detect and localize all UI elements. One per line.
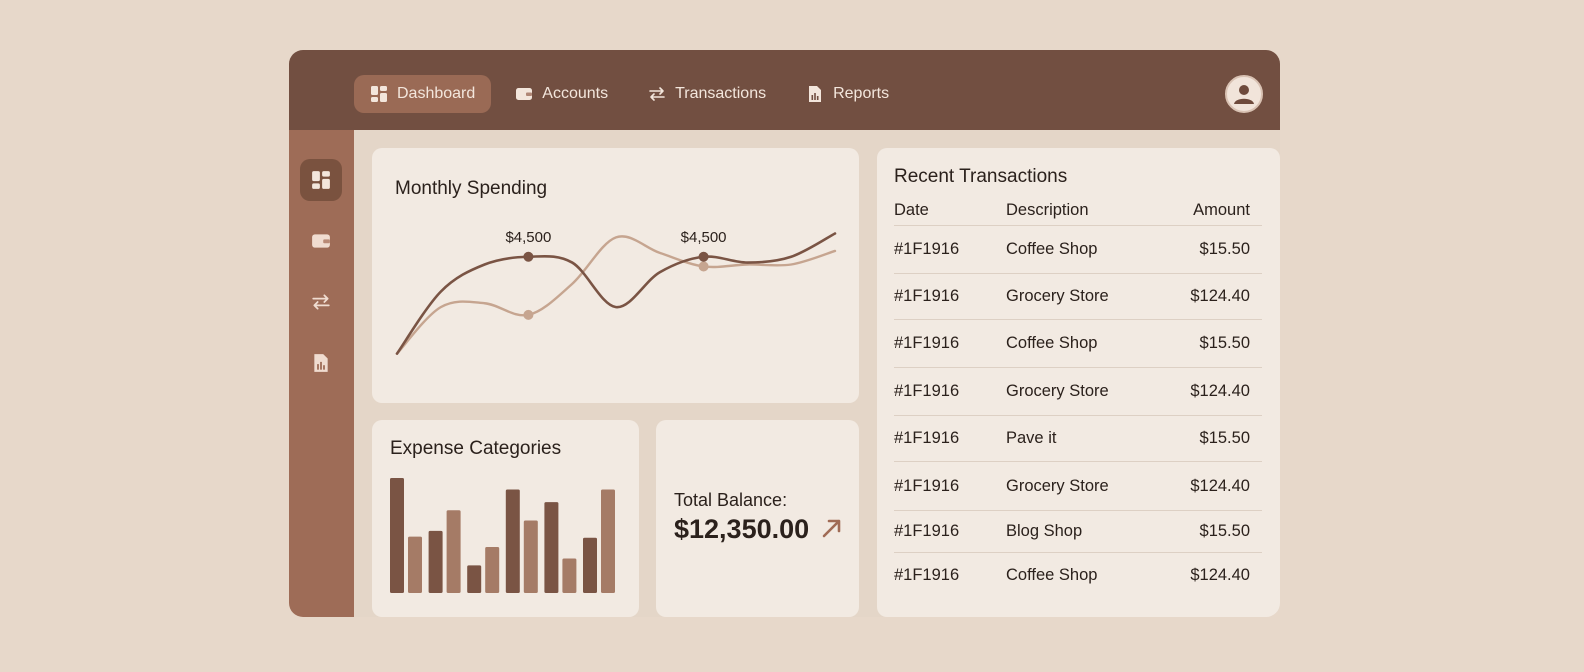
column-header-description: Description bbox=[1006, 201, 1089, 219]
bar-series-1 bbox=[467, 565, 482, 593]
table-row[interactable]: #1F1916 Coffee Shop $15.50 bbox=[894, 320, 1262, 368]
bar-series-1 bbox=[390, 478, 404, 593]
sidebar-item-accounts[interactable] bbox=[300, 220, 342, 262]
report-icon bbox=[809, 86, 822, 102]
cell-date: #1F1916 bbox=[894, 382, 960, 400]
cell-description: Blog Shop bbox=[1006, 522, 1083, 540]
table-row[interactable]: #1F1916 Pave it $15.50 bbox=[894, 416, 1262, 462]
cell-date: #1F1916 bbox=[894, 334, 960, 352]
sidebar bbox=[289, 130, 354, 617]
app-window: Dashboard Accounts Transactions Reports … bbox=[289, 50, 1280, 617]
report-icon bbox=[314, 354, 328, 372]
monthly-spending-chart: $4,500 $4,500 bbox=[395, 229, 837, 355]
table-row[interactable]: #1F1916 Grocery Store $124.40 bbox=[894, 274, 1262, 320]
nav-item-transactions[interactable]: Transactions bbox=[632, 75, 782, 113]
expense-categories-chart bbox=[390, 478, 615, 593]
cell-description: Coffee Shop bbox=[1006, 240, 1098, 258]
transactions-table: Date Description Amount #1F1916 Coffee Sh… bbox=[894, 196, 1262, 598]
table-row[interactable]: #1F1916 Grocery Store $124.40 bbox=[894, 462, 1262, 511]
recent-transactions-card: Recent Transactions Date Description Amo… bbox=[877, 148, 1280, 617]
expense-categories-card: Expense Categories bbox=[372, 420, 639, 617]
cell-date: #1F1916 bbox=[894, 566, 960, 584]
trend-up-arrow-icon bbox=[822, 519, 841, 538]
bar-series-2 bbox=[523, 520, 538, 593]
cell-date: #1F1916 bbox=[894, 522, 960, 540]
table-row[interactable]: #1F1916 Coffee Shop $124.40 bbox=[894, 553, 1262, 598]
line-series-1 bbox=[395, 232, 837, 355]
bar-series-1 bbox=[505, 489, 520, 593]
bar-series-2 bbox=[601, 489, 615, 593]
cell-description: Grocery Store bbox=[1006, 476, 1109, 495]
cell-description: Grocery Store bbox=[1006, 287, 1109, 305]
column-header-date: Date bbox=[894, 201, 929, 219]
bar-series-2 bbox=[485, 547, 500, 593]
cell-description: Coffee Shop bbox=[1006, 334, 1098, 352]
nav-item-label: Transactions bbox=[675, 85, 767, 102]
transfer-icon bbox=[649, 87, 665, 101]
bar-series-1 bbox=[544, 502, 559, 593]
line-point-marker bbox=[698, 261, 709, 272]
bar-series-1 bbox=[583, 537, 597, 593]
bar-series-2 bbox=[562, 558, 577, 593]
column-header-amount: Amount bbox=[1193, 201, 1250, 219]
nav-item-accounts[interactable]: Accounts bbox=[499, 75, 624, 113]
nav-item-label: Dashboard bbox=[397, 85, 476, 102]
table-row[interactable]: #1F1916 Blog Shop $15.50 bbox=[894, 511, 1262, 553]
line-point-marker bbox=[698, 251, 709, 262]
data-label: $4,500 bbox=[505, 229, 551, 246]
table-header-row: Date Description Amount bbox=[894, 196, 1262, 226]
cell-date: #1F1916 bbox=[894, 240, 960, 258]
transfer-icon bbox=[312, 294, 330, 310]
monthly-spending-card: Monthly Spending $4,500 $4,500 bbox=[372, 148, 859, 403]
nav-item-label: Reports bbox=[833, 85, 890, 102]
user-icon bbox=[1234, 85, 1254, 104]
sidebar-item-reports[interactable] bbox=[300, 342, 342, 384]
cell-description: Grocery Store bbox=[1006, 382, 1109, 400]
top-navigation-bar: Dashboard Accounts Transactions Reports bbox=[289, 50, 1280, 130]
cell-amount: $124.40 bbox=[1190, 476, 1250, 495]
cell-amount: $15.50 bbox=[1199, 522, 1250, 540]
bar-series-2 bbox=[408, 536, 422, 593]
data-label: $4,500 bbox=[681, 229, 727, 246]
dashboard-icon bbox=[371, 86, 387, 102]
avatar[interactable] bbox=[1225, 75, 1263, 113]
table-row[interactable]: #1F1916 Coffee Shop $15.50 bbox=[894, 226, 1262, 274]
cell-amount: $124.40 bbox=[1190, 287, 1250, 305]
line-point-marker bbox=[523, 251, 534, 262]
nav-item-label: Accounts bbox=[542, 85, 609, 102]
card-title: Recent Transactions bbox=[894, 166, 1068, 187]
dashboard-icon bbox=[312, 171, 330, 189]
line-series-2 bbox=[395, 235, 837, 355]
table-row[interactable]: #1F1916 Grocery Store $124.40 bbox=[894, 368, 1262, 416]
table-body: #1F1916 Coffee Shop $15.50 #1F1916 Grocery S… bbox=[894, 226, 1262, 598]
line-point-marker bbox=[523, 309, 534, 320]
cell-amount: $15.50 bbox=[1199, 240, 1250, 258]
bar-series-2 bbox=[446, 510, 461, 593]
sidebar-item-transactions[interactable] bbox=[300, 281, 342, 323]
sidebar-item-dashboard[interactable] bbox=[300, 159, 342, 201]
cell-description: Coffee Shop bbox=[1006, 566, 1098, 584]
cell-date: #1F1916 bbox=[894, 429, 960, 447]
cell-amount: $124.40 bbox=[1190, 382, 1250, 400]
cell-amount: $15.50 bbox=[1199, 334, 1250, 352]
bar-series-1 bbox=[428, 530, 443, 593]
cell-description: Pave it bbox=[1006, 429, 1057, 447]
wallet-icon bbox=[516, 88, 533, 100]
cell-amount: $124.40 bbox=[1190, 566, 1250, 584]
top-nav: Dashboard Accounts Transactions Reports bbox=[354, 75, 905, 113]
cell-date: #1F1916 bbox=[894, 287, 960, 305]
cell-amount: $15.50 bbox=[1199, 429, 1250, 447]
nav-item-reports[interactable]: Reports bbox=[790, 75, 905, 113]
total-balance-card: Total Balance: $12,350.00 bbox=[656, 420, 859, 617]
nav-item-dashboard[interactable]: Dashboard bbox=[354, 75, 492, 113]
balance-value: $12,350.00 bbox=[674, 514, 810, 544]
balance-label: Total Balance: bbox=[674, 490, 788, 510]
cell-date: #1F1916 bbox=[894, 476, 960, 495]
wallet-icon bbox=[312, 234, 330, 248]
